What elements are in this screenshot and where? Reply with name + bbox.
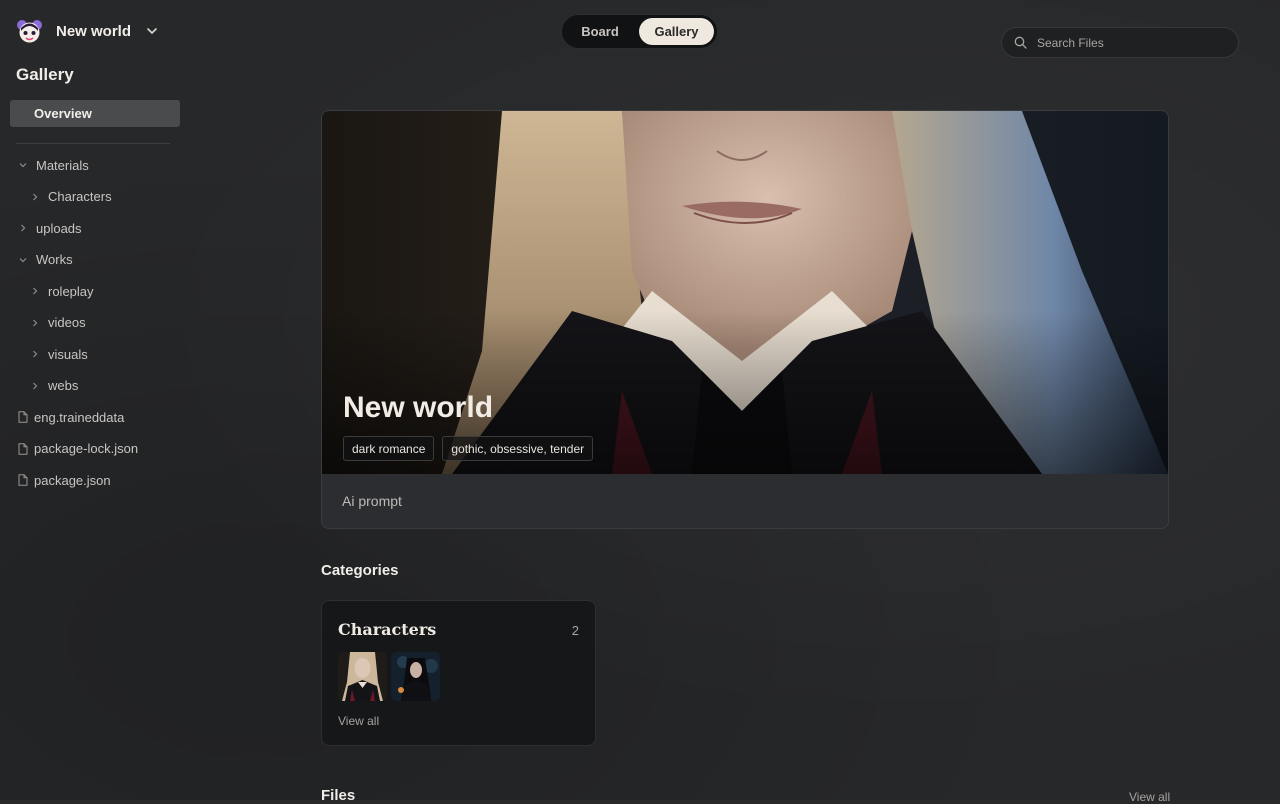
sidebar-tree-label: package-lock.json bbox=[34, 441, 139, 456]
workspace-logo-icon bbox=[17, 19, 42, 42]
sidebar-item-overview[interactable]: Overview bbox=[10, 100, 180, 127]
sidebar-title: Gallery bbox=[16, 65, 74, 84]
category-name: Characters bbox=[338, 620, 437, 639]
sidebar-tree-label: Materials bbox=[36, 157, 89, 173]
hero-tags: dark romance gothic, obsessive, tender bbox=[343, 436, 594, 461]
category-count: 2 bbox=[571, 623, 579, 638]
tag-chip[interactable]: gothic, obsessive, tender bbox=[442, 436, 594, 461]
chevron-down-icon bbox=[147, 28, 157, 34]
sidebar-tree-label: visuals bbox=[48, 346, 88, 362]
chevron-down-icon bbox=[19, 257, 27, 262]
sidebar-tree-label: Characters bbox=[48, 189, 112, 204]
category-card-characters[interactable]: Characters 2 View all bbox=[321, 600, 596, 746]
chevron-right-icon bbox=[33, 350, 38, 358]
sidebar-tree-label: roleplay bbox=[48, 283, 94, 299]
workspace-name: New world bbox=[56, 22, 132, 40]
view-toggle: Board Gallery bbox=[561, 14, 718, 49]
chevron-right-icon bbox=[33, 319, 38, 326]
sidebar-divider bbox=[16, 143, 170, 144]
sidebar-tree-item[interactable]: visuals bbox=[30, 344, 88, 364]
file-icon bbox=[18, 442, 28, 455]
sidebar-tree-item[interactable]: Works bbox=[18, 250, 73, 270]
search-icon bbox=[1014, 36, 1027, 49]
file-icon bbox=[18, 474, 28, 486]
sidebar-tree-item[interactable]: webs bbox=[30, 376, 78, 396]
sidebar-tree-item[interactable]: uploads bbox=[18, 218, 82, 238]
category-view-all-link[interactable]: View all bbox=[338, 714, 379, 728]
sidebar-tree-item[interactable]: videos bbox=[30, 313, 86, 333]
hero-card[interactable]: New world dark romance gothic, obsessive… bbox=[321, 110, 1169, 529]
workspace-switcher[interactable]: New world bbox=[16, 18, 159, 44]
sidebar-tree-label: videos bbox=[48, 315, 86, 330]
files-heading: Files bbox=[321, 787, 356, 804]
sidebar-tree-label: webs bbox=[48, 378, 79, 393]
file-icon bbox=[18, 411, 28, 423]
thumbnail[interactable] bbox=[391, 652, 440, 701]
categories-heading: Categories bbox=[321, 562, 399, 579]
chevron-down-icon bbox=[19, 163, 27, 168]
sidebar-tree-item[interactable]: package.json bbox=[18, 470, 111, 490]
thumbnail[interactable] bbox=[338, 652, 387, 701]
search-box[interactable] bbox=[1001, 27, 1239, 58]
hero-prompt: Ai prompt bbox=[342, 493, 402, 509]
hero-title: New world bbox=[343, 391, 494, 424]
sidebar-tree-item[interactable]: Characters bbox=[30, 187, 112, 207]
sidebar-tree-label: uploads bbox=[36, 220, 82, 236]
tag-chip[interactable]: dark romance bbox=[343, 436, 435, 461]
tab-gallery[interactable]: Gallery bbox=[639, 18, 714, 45]
sidebar-tree-item[interactable]: package-lock.json bbox=[18, 439, 138, 459]
files-view-all-link[interactable]: View all bbox=[1129, 790, 1170, 804]
tab-board[interactable]: Board bbox=[566, 18, 634, 45]
sidebar-tree-label: eng.traineddata bbox=[34, 409, 125, 425]
chevron-right-icon bbox=[33, 382, 38, 389]
chevron-right-icon bbox=[21, 224, 26, 232]
sidebar-tree-label: Works bbox=[36, 252, 73, 267]
category-thumbnails bbox=[338, 652, 440, 701]
chevron-right-icon bbox=[33, 287, 38, 295]
sidebar-tree-item[interactable]: eng.traineddata bbox=[18, 407, 124, 427]
search-input[interactable] bbox=[1035, 34, 1219, 51]
sidebar-tree-item[interactable]: roleplay bbox=[30, 281, 94, 301]
sidebar-tree-item[interactable]: Materials bbox=[18, 155, 89, 175]
sidebar: New world Gallery Overview Materials Char… bbox=[0, 0, 190, 800]
sidebar-tree-label: package.json bbox=[34, 472, 111, 488]
chevron-right-icon bbox=[33, 193, 38, 200]
